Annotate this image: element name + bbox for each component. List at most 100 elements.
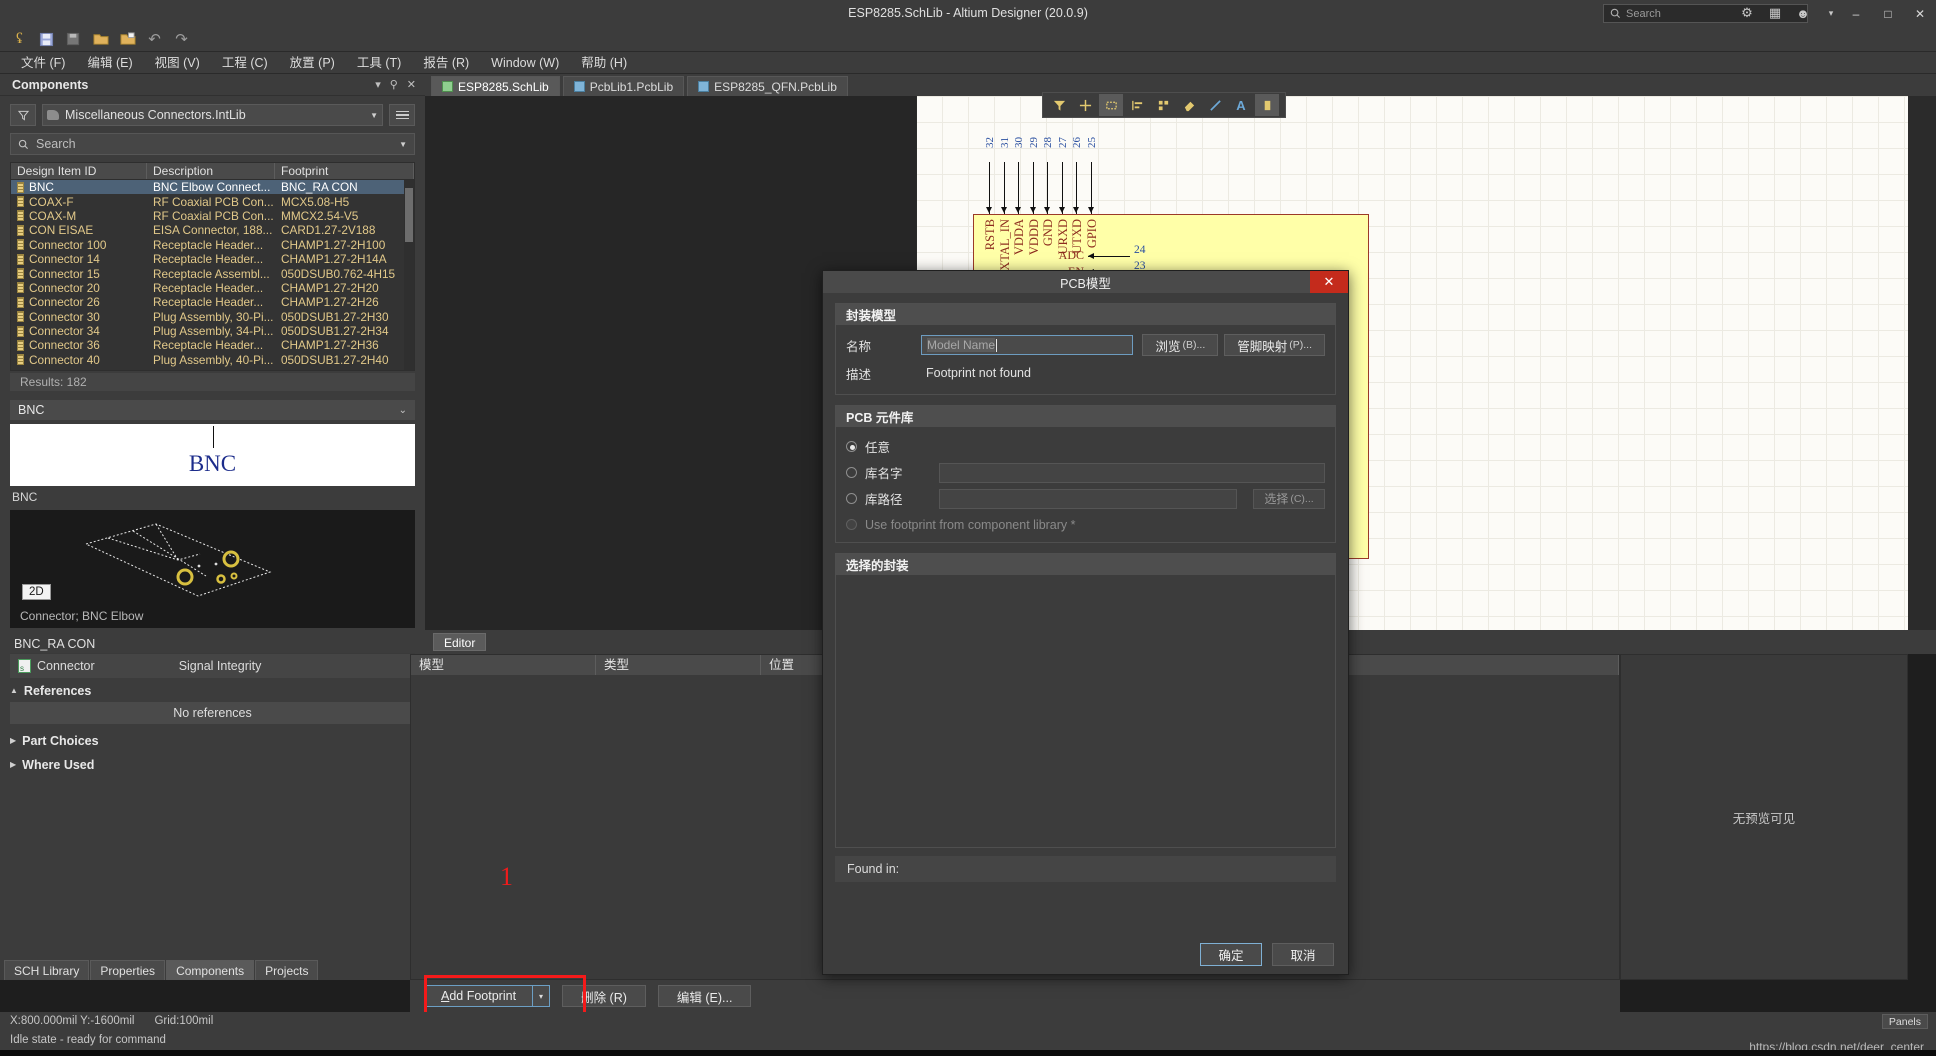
menu-place[interactable]: 放置 (P) — [279, 52, 346, 74]
pcb-model-dialog: PCB模型 ✕ 封装模型 名称 Model Name 浏览(B)... — [822, 270, 1349, 975]
radio-lib-name-label: 库名字 — [865, 463, 931, 482]
column-header-design-item-id[interactable]: Design Item ID — [11, 163, 147, 179]
selected-footprint-preview-area[interactable] — [836, 575, 1335, 847]
doc-tab-esp8285-qfn-pcblib[interactable]: ESP8285_QFN.PcbLib — [687, 76, 848, 96]
column-header-description[interactable]: Description — [147, 163, 275, 179]
menu-project[interactable]: 工程 (C) — [211, 52, 279, 74]
components-table-body[interactable]: BNCBNC Elbow Connect...BNC_RA CONCOAX-FR… — [11, 180, 414, 370]
pin-icon[interactable]: ⚲ — [390, 78, 398, 91]
open-folder-icon[interactable] — [89, 29, 112, 50]
table-row[interactable]: Connector 40Plug Assembly, 40-Pi...050DS… — [11, 353, 414, 367]
radio-row-lib-name[interactable]: 库名字 — [846, 462, 1325, 483]
pin-arrow-icon — [1088, 207, 1094, 213]
user-icon[interactable]: ☻ — [1794, 3, 1812, 23]
table-row[interactable]: Connector 30Plug Assembly, 30-Pi...050DS… — [11, 310, 414, 324]
where-used-section-header[interactable]: ▶ Where Used — [10, 755, 415, 774]
editor-tab[interactable]: Editor — [433, 633, 486, 651]
doc-tab-pcblib1[interactable]: PcbLib1.PcbLib — [563, 76, 684, 96]
cancel-button[interactable]: 取消 — [1272, 943, 1334, 966]
lib-path-input[interactable] — [939, 489, 1237, 509]
save-all-icon[interactable] — [62, 29, 85, 50]
column-header-model[interactable]: 模型 — [411, 655, 596, 675]
table-row[interactable]: Connector 14Receptacle Header...CHAMP1.2… — [11, 252, 414, 266]
browse-button[interactable]: 浏览(B)... — [1142, 334, 1218, 356]
table-row[interactable]: Connector 15Receptacle Assembl...050DSUB… — [11, 266, 414, 280]
radio-lib-path[interactable] — [846, 493, 857, 504]
close-button[interactable]: ✕ — [1904, 0, 1936, 27]
menu-edit[interactable]: 编辑 (E) — [76, 52, 143, 74]
components-table-scrollbar[interactable] — [404, 180, 414, 370]
canvas-right-scrollbar[interactable] — [1908, 96, 1936, 630]
chevron-down-icon[interactable]: ⌄ — [399, 405, 407, 416]
doc-tab-esp8285-schlib[interactable]: ESP8285.SchLib — [431, 76, 560, 96]
menu-file[interactable]: 文件 (F) — [10, 52, 76, 74]
part-choices-section-header[interactable]: ▶ Part Choices — [10, 731, 415, 750]
column-header-footprint[interactable]: Footprint — [275, 163, 414, 179]
rectangle-select-icon[interactable] — [1099, 94, 1123, 116]
table-row[interactable]: Connector 20Receptacle Header...CHAMP1.2… — [11, 281, 414, 295]
menu-help[interactable]: 帮助 (H) — [570, 52, 638, 74]
table-row[interactable]: Connector 26Receptacle Header...CHAMP1.2… — [11, 295, 414, 309]
table-row[interactable]: COAX-FRF Coaxial PCB Con...MCX5.08-H5 — [11, 194, 414, 208]
panels-button[interactable]: Panels — [1882, 1014, 1928, 1029]
chevron-down-icon[interactable]: ▾ — [1822, 3, 1840, 23]
chevron-down-icon: ▲ — [10, 686, 18, 695]
grid-icon[interactable]: ▦ — [1766, 3, 1784, 23]
ok-button[interactable]: 确定 — [1200, 943, 1262, 966]
open-project-icon[interactable] — [116, 29, 139, 50]
arrange-icon[interactable] — [1151, 94, 1175, 116]
pin-tool-icon[interactable] — [1255, 94, 1279, 116]
tab-components[interactable]: Components — [166, 960, 254, 980]
menu-window[interactable]: Window (W) — [480, 52, 570, 74]
chevron-down-icon[interactable]: ▾ — [375, 78, 381, 91]
line-icon[interactable] — [1203, 94, 1227, 116]
align-icon[interactable] — [1125, 94, 1149, 116]
radio-any[interactable] — [846, 441, 857, 452]
references-section-header[interactable]: ▲ References — [10, 681, 415, 700]
view-mode-badge-2d[interactable]: 2D — [22, 584, 51, 600]
maximize-button[interactable]: □ — [1872, 0, 1904, 27]
scrollbar-thumb[interactable] — [405, 188, 413, 242]
hamburger-icon[interactable] — [389, 104, 415, 126]
table-row[interactable]: COAX-MRF Coaxial PCB Con...MMCX2.54-V5 — [11, 209, 414, 223]
lib-name-input[interactable] — [939, 463, 1325, 483]
tab-sch-library[interactable]: SCH Library — [4, 960, 89, 980]
close-icon[interactable]: ✕ — [407, 78, 416, 91]
table-row[interactable]: CON EISAEEISA Connector, 188...CARD1.27-… — [11, 223, 414, 237]
menu-reports[interactable]: 报告 (R) — [412, 52, 480, 74]
library-combo[interactable]: Miscellaneous Connectors.IntLib ▼ — [42, 104, 383, 126]
radio-row-any[interactable]: 任意 — [846, 436, 1325, 457]
menu-tools[interactable]: 工具 (T) — [346, 52, 412, 74]
save-icon[interactable] — [35, 29, 58, 50]
component-detail-header[interactable]: BNC ⌄ — [10, 400, 415, 420]
gear-icon[interactable]: ⚙ — [1738, 3, 1756, 23]
table-row[interactable]: Connector 100Receptacle Header...CHAMP1.… — [11, 238, 414, 252]
column-header-type[interactable]: 类型 — [596, 655, 761, 675]
text-icon[interactable]: A — [1229, 94, 1253, 116]
dialog-close-button[interactable]: ✕ — [1310, 271, 1348, 293]
eraser-icon[interactable] — [1177, 94, 1201, 116]
component-search-input[interactable]: Search ▼ — [10, 133, 415, 155]
tab-properties[interactable]: Properties — [90, 960, 165, 980]
pin-map-button[interactable]: 管脚映射(P)... — [1224, 334, 1325, 356]
crosshair-icon[interactable] — [1073, 94, 1097, 116]
filter-icon[interactable] — [1047, 94, 1071, 116]
choose-path-button[interactable]: 选择(C)... — [1253, 489, 1325, 509]
table-row[interactable]: BNCBNC Elbow Connect...BNC_RA CON — [11, 180, 414, 194]
table-row[interactable]: Connector 36Receptacle Header...CHAMP1.2… — [11, 338, 414, 352]
cell-design-item-id: CON EISAE — [11, 223, 147, 237]
menu-view[interactable]: 视图 (V) — [144, 52, 211, 74]
chevron-down-icon[interactable]: ▼ — [399, 140, 407, 149]
radio-row-lib-path[interactable]: 库路径 选择(C)... — [846, 488, 1325, 509]
model-name-input[interactable]: Model Name — [921, 335, 1133, 355]
table-row[interactable]: Connector 34Plug Assembly, 34-Pi...050DS… — [11, 324, 414, 338]
edit-model-button[interactable]: 编辑 (E)... — [658, 985, 752, 1007]
redo-icon[interactable]: ↷ — [170, 29, 193, 50]
funnel-icon[interactable] — [10, 104, 36, 126]
radio-lib-name[interactable] — [846, 467, 857, 478]
schematic-float-toolbar: A — [1042, 92, 1286, 118]
tab-projects[interactable]: Projects — [255, 960, 318, 980]
altium-logo-icon[interactable]: ʢ — [8, 29, 31, 50]
undo-icon[interactable]: ↶ — [143, 29, 166, 50]
minimize-button[interactable]: – — [1840, 0, 1872, 27]
